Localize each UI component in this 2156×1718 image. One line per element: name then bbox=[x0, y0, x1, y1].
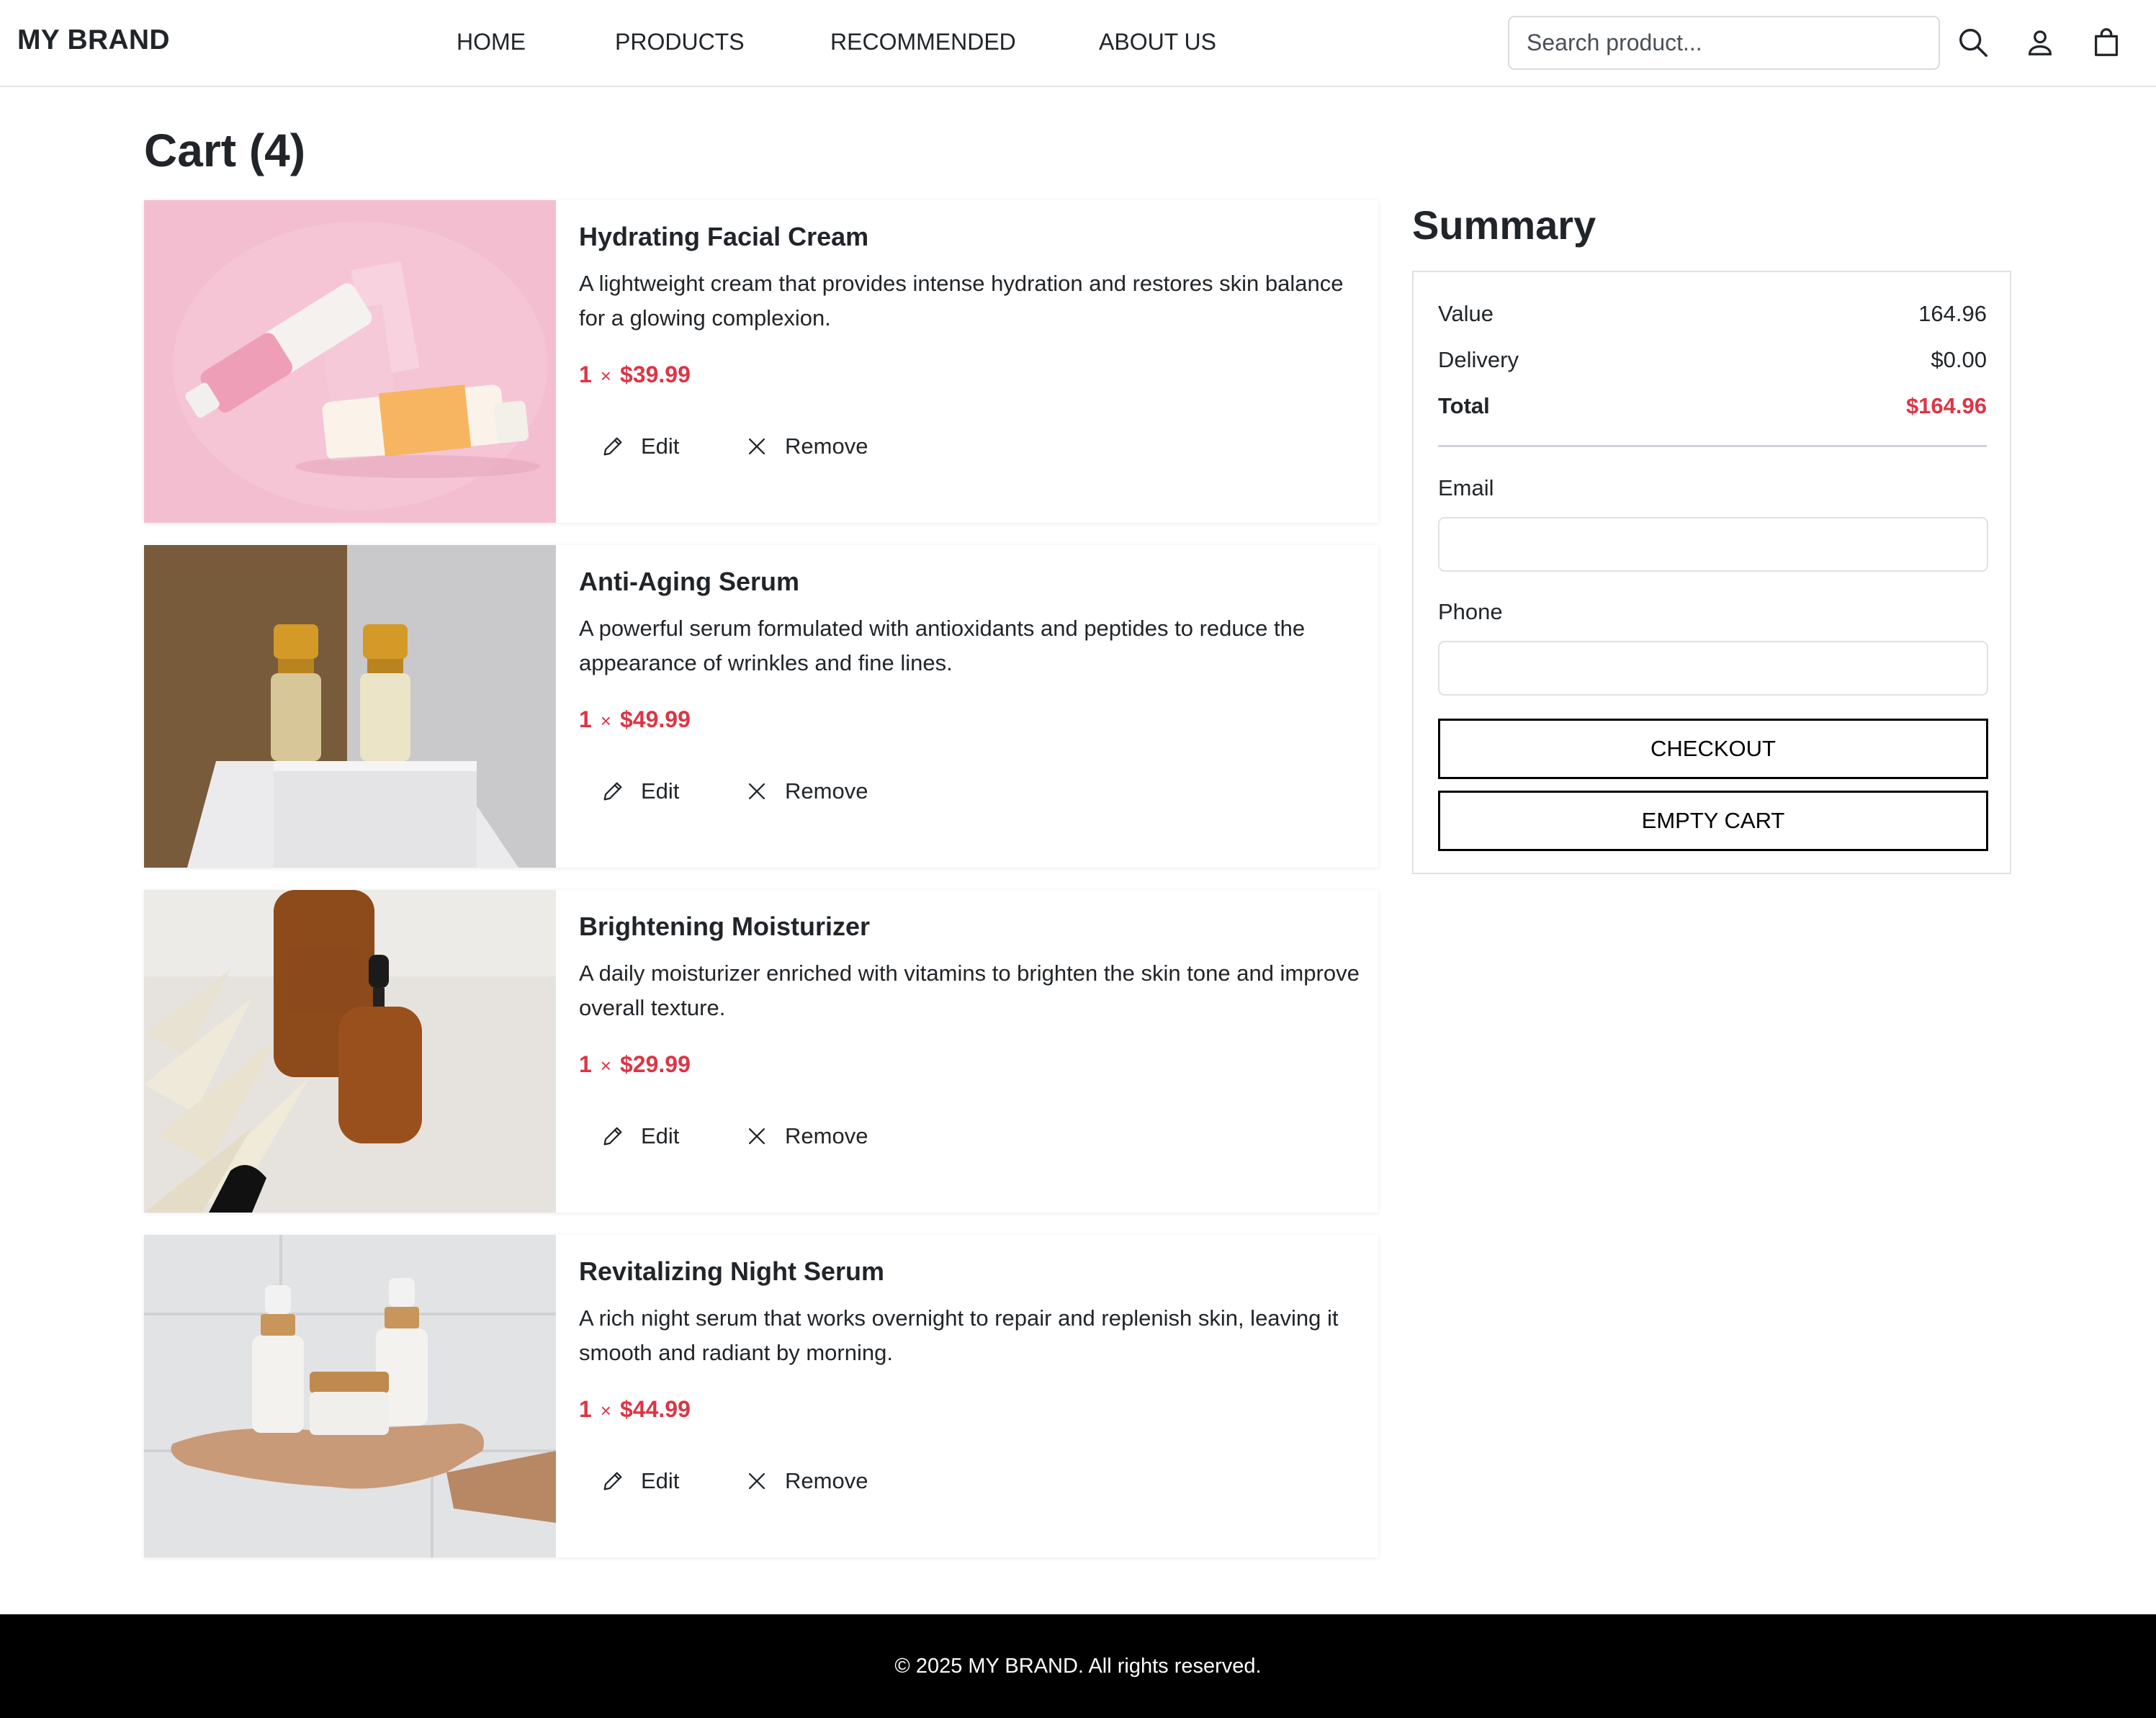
unit-price: $44.99 bbox=[619, 1396, 691, 1422]
price-line: 1 × $44.99 bbox=[579, 1396, 691, 1423]
total-amount: $164.96 bbox=[1905, 393, 1987, 418]
summary-divider bbox=[1438, 445, 1987, 447]
price-line: 1 × $39.99 bbox=[579, 361, 691, 388]
edit-button[interactable]: Edit bbox=[601, 1119, 679, 1153]
summary-delivery-row: Delivery $0.00 bbox=[1438, 347, 1987, 373]
value-label: Value bbox=[1438, 301, 1494, 326]
pencil-icon bbox=[603, 437, 622, 456]
product-description: A powerful serum formulated with antioxi… bbox=[579, 616, 1306, 675]
search-input[interactable] bbox=[1508, 16, 1940, 70]
unit-price: $29.99 bbox=[619, 1051, 691, 1077]
edit-label: Edit bbox=[641, 433, 680, 459]
remove-label: Remove bbox=[785, 1123, 868, 1148]
product-name[interactable]: Hydrating Facial Cream bbox=[579, 222, 868, 252]
top-navbar: MY BRAND HOME PRODUCTS RECOMMENDED ABOUT… bbox=[0, 0, 2156, 87]
footer-copyright: © 2025 MY BRAND. All rights reserved. bbox=[894, 1654, 1262, 1678]
cart-item: Revitalizing Night Serum A rich night se… bbox=[144, 1235, 1378, 1557]
quantity: 1 bbox=[579, 706, 592, 732]
quantity: 1 bbox=[579, 1396, 592, 1422]
nav-link-products[interactable]: PRODUCTS bbox=[615, 29, 745, 55]
quantity: 1 bbox=[579, 361, 592, 387]
cart-item: Hydrating Facial Cream A lightweight cre… bbox=[144, 200, 1378, 523]
remove-label: Remove bbox=[785, 433, 868, 459]
nav-link-recommended[interactable]: RECOMMENDED bbox=[830, 29, 1016, 55]
summary-total-row: Total $164.96 bbox=[1438, 393, 1987, 419]
page-title: Cart (4) bbox=[144, 125, 306, 176]
value-amount: 164.96 bbox=[1918, 301, 1987, 326]
pencil-icon bbox=[603, 1127, 622, 1146]
unit-price: $39.99 bbox=[619, 361, 691, 387]
edit-button[interactable]: Edit bbox=[601, 774, 679, 809]
phone-field[interactable] bbox=[1438, 641, 1988, 696]
product-name[interactable]: Revitalizing Night Serum bbox=[579, 1256, 884, 1287]
unit-price: $49.99 bbox=[619, 706, 691, 732]
close-icon bbox=[748, 783, 765, 800]
summary-value-row: Value 164.96 bbox=[1438, 301, 1987, 327]
price-line: 1 × $49.99 bbox=[579, 706, 691, 733]
edit-label: Edit bbox=[641, 778, 680, 804]
close-icon bbox=[748, 438, 765, 455]
remove-button[interactable]: Remove bbox=[745, 774, 868, 809]
product-description: A daily moisturizer enriched with vitami… bbox=[579, 961, 1360, 1020]
edit-label: Edit bbox=[641, 1123, 680, 1148]
quantity: 1 bbox=[579, 1051, 592, 1077]
edit-button[interactable]: Edit bbox=[601, 429, 679, 464]
delivery-label: Delivery bbox=[1438, 347, 1519, 372]
search-icon[interactable] bbox=[1957, 26, 1990, 59]
summary-panel: Value 164.96 Delivery $0.00 Total $164.9… bbox=[1412, 271, 2011, 874]
cart-item: Brightening Moisturizer A daily moisturi… bbox=[144, 890, 1378, 1213]
edit-label: Edit bbox=[641, 1468, 680, 1493]
page-footer: © 2025 MY BRAND. All rights reserved. bbox=[0, 1614, 2156, 1718]
times-sign: × bbox=[600, 1055, 611, 1076]
times-sign: × bbox=[600, 710, 611, 732]
pencil-icon bbox=[603, 1472, 622, 1490]
email-field[interactable] bbox=[1438, 517, 1988, 572]
product-name[interactable]: Brightening Moisturizer bbox=[579, 912, 870, 942]
cart-item: Anti-Aging Serum A powerful serum formul… bbox=[144, 545, 1378, 868]
shopping-bag-icon[interactable] bbox=[2090, 26, 2123, 59]
product-description: A lightweight cream that provides intens… bbox=[579, 271, 1344, 330]
remove-label: Remove bbox=[785, 778, 868, 804]
phone-label: Phone bbox=[1438, 599, 1503, 624]
edit-button[interactable]: Edit bbox=[601, 1464, 679, 1498]
product-image[interactable] bbox=[144, 890, 556, 1213]
remove-button[interactable]: Remove bbox=[745, 1464, 868, 1498]
times-sign: × bbox=[600, 365, 611, 387]
product-image[interactable] bbox=[144, 545, 556, 868]
price-line: 1 × $29.99 bbox=[579, 1051, 691, 1078]
product-name[interactable]: Anti-Aging Serum bbox=[579, 567, 799, 597]
remove-button[interactable]: Remove bbox=[745, 429, 868, 464]
empty-cart-button[interactable]: EMPTY CART bbox=[1438, 791, 1988, 851]
delivery-amount: $0.00 bbox=[1931, 347, 1987, 372]
nav-link-home[interactable]: HOME bbox=[457, 29, 526, 55]
nav-link-about-us[interactable]: ABOUT US bbox=[1099, 29, 1216, 55]
brand-logo[interactable]: MY BRAND bbox=[17, 24, 170, 56]
user-icon[interactable] bbox=[2024, 26, 2057, 59]
product-image[interactable] bbox=[144, 200, 556, 523]
product-image[interactable] bbox=[144, 1235, 556, 1557]
close-icon bbox=[748, 1472, 765, 1490]
remove-label: Remove bbox=[785, 1468, 868, 1493]
product-description: A rich night serum that works overnight … bbox=[579, 1305, 1339, 1365]
total-label: Total bbox=[1438, 393, 1490, 418]
remove-button[interactable]: Remove bbox=[745, 1119, 868, 1153]
times-sign: × bbox=[600, 1400, 611, 1421]
pencil-icon bbox=[603, 782, 622, 801]
summary-title: Summary bbox=[1412, 202, 1596, 248]
checkout-button[interactable]: CHECKOUT bbox=[1438, 719, 1988, 779]
email-label: Email bbox=[1438, 475, 1494, 500]
close-icon bbox=[748, 1128, 765, 1145]
